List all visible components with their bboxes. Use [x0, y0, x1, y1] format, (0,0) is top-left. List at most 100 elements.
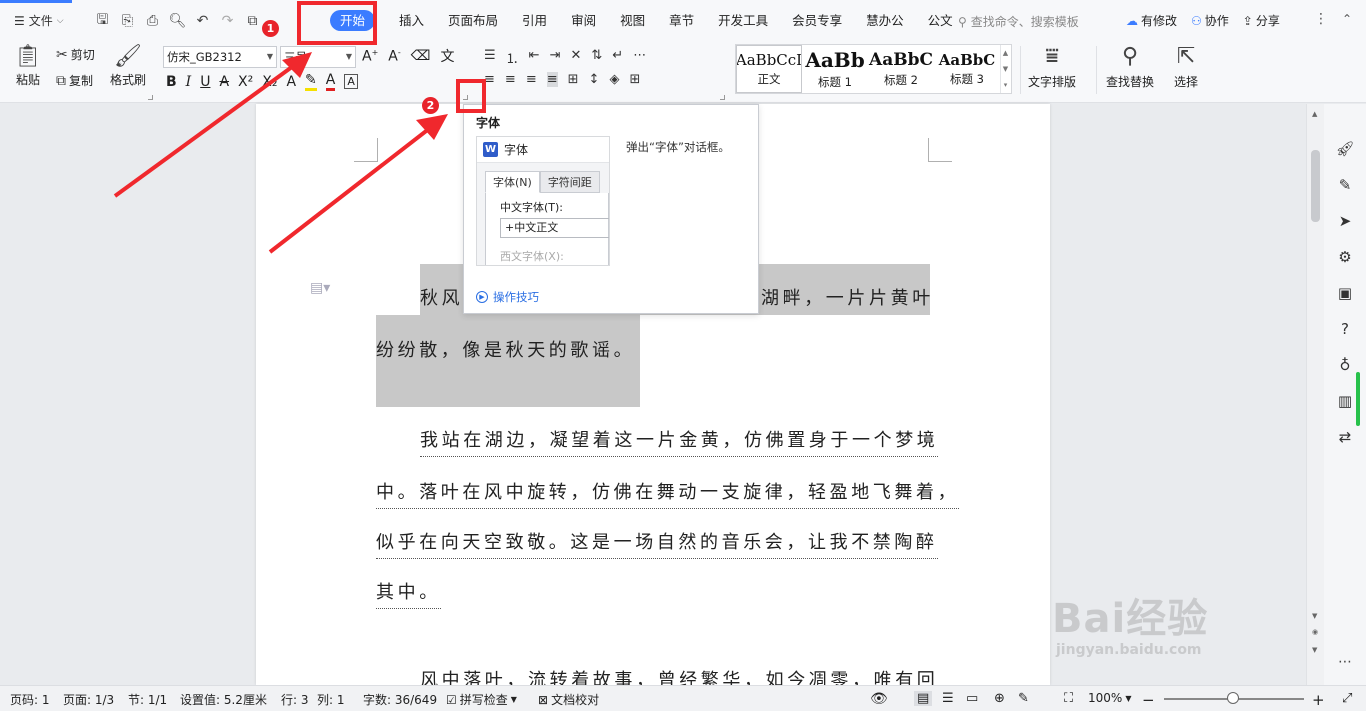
paragraph-dialog-launcher[interactable]: [720, 95, 725, 100]
settings-sliders-icon[interactable]: ⚙: [1338, 248, 1351, 266]
paste-button[interactable]: 📋︎ 粘贴: [14, 44, 42, 88]
lightbulb-icon[interactable]: ♁: [1340, 356, 1351, 374]
next-page-icon[interactable]: ▼: [1312, 646, 1317, 654]
translate-icon[interactable]: ⇄: [1339, 428, 1352, 446]
outline-view-icon[interactable]: ☰: [942, 691, 954, 706]
bullets-icon[interactable]: ☰: [484, 48, 496, 67]
clipboard-group-launcher[interactable]: [148, 95, 153, 100]
style-heading-3[interactable]: AaBbC 标题 3: [934, 45, 1000, 93]
redo-icon[interactable]: ↷: [219, 12, 236, 29]
image-icon[interactable]: ▣: [1338, 284, 1352, 302]
copy-button[interactable]: ⧉ 复制: [56, 72, 93, 89]
doc-text-line[interactable]: 我站在湖边，凝望着这一片金黄，仿佛置身于一个梦境: [420, 426, 939, 457]
tab-review[interactable]: 审阅: [559, 8, 608, 34]
bold-icon[interactable]: B: [166, 74, 177, 90]
fit-window-icon[interactable]: ⛶: [1064, 691, 1073, 706]
more-dots-icon[interactable]: ⋯: [1338, 654, 1352, 670]
phonetic-icon[interactable]: 文: [441, 46, 455, 66]
font-name-select[interactable]: 仿宋_GB2312 ▼: [163, 46, 277, 68]
tab-references[interactable]: 引用: [510, 8, 559, 34]
doc-text-line[interactable]: 纷纷散，像是秋天的歌谣。: [376, 336, 635, 362]
table-border-icon[interactable]: ⋯: [633, 48, 646, 67]
pointer-icon[interactable]: ➤: [1339, 212, 1352, 230]
scroll-down-icon[interactable]: ▼: [1312, 612, 1317, 620]
shrink-font-icon[interactable]: A-: [388, 48, 400, 65]
chinese-layout-icon[interactable]: ✕: [570, 48, 581, 67]
tab-chapter[interactable]: 章节: [657, 8, 706, 34]
modify-button[interactable]: ☁ 有修改: [1126, 12, 1177, 29]
read-view-icon[interactable]: ▭: [966, 691, 978, 706]
web-view-icon[interactable]: ⊕: [994, 691, 1005, 706]
doc-text-line[interactable]: 中。落叶在风中旋转，仿佛在舞动一支旋律，轻盈地飞舞着，: [376, 478, 960, 509]
spell-check-button[interactable]: ☑ 拼写检查 ▼: [446, 691, 517, 708]
pen-icon[interactable]: ✎: [1339, 176, 1352, 194]
doc-text-line[interactable]: 其中。: [376, 578, 441, 609]
status-setting[interactable]: 设置值: 5.2厘米: [180, 691, 267, 708]
shading-icon[interactable]: ◈: [609, 72, 619, 87]
font-color-icon[interactable]: A: [325, 72, 336, 91]
collab-button[interactable]: ⚇ 协作: [1191, 12, 1229, 29]
style-normal[interactable]: AaBbCcI 正文: [736, 45, 802, 93]
tab-view[interactable]: 视图: [608, 8, 657, 34]
find-replace-button[interactable]: ⚲ 查找替换: [1106, 44, 1154, 90]
distribute-icon[interactable]: ⊞: [568, 72, 579, 87]
strikethrough-icon[interactable]: A: [219, 74, 229, 90]
collapse-ribbon-icon[interactable]: ⌃: [1342, 12, 1352, 26]
subscript-icon[interactable]: X₂: [262, 74, 277, 90]
status-section[interactable]: 节: 1/1: [128, 691, 167, 708]
status-col[interactable]: 列: 1: [317, 691, 345, 708]
scroll-thumb[interactable]: [1311, 150, 1320, 222]
format-painter-button[interactable]: 🖌︎ 格式刷: [110, 44, 146, 88]
doc-text-line[interactable]: 似乎在向天空致敬。这是一场自然的音乐会，让我不禁陶醉: [376, 528, 938, 559]
line-spacing-icon[interactable]: ↕: [589, 72, 600, 87]
clear-format-icon[interactable]: ⌫: [411, 48, 431, 64]
show-marks-icon[interactable]: ↵: [612, 48, 623, 67]
align-right-icon[interactable]: ≡: [526, 72, 537, 87]
borders-icon[interactable]: ⊞: [629, 72, 640, 87]
undo-icon[interactable]: ↶: [194, 12, 211, 29]
write-view-icon[interactable]: ✎: [1018, 691, 1029, 706]
status-word-count[interactable]: 字数: 36/649: [363, 691, 437, 708]
status-row[interactable]: 行: 3: [281, 691, 309, 708]
sort-icon[interactable]: ⇅: [591, 48, 602, 67]
text-layout-button[interactable]: ⩸ 文字排版: [1028, 44, 1076, 90]
style-heading-2[interactable]: AaBbC 标题 2: [868, 45, 934, 93]
rocket-icon[interactable]: 🚀︎: [1335, 140, 1354, 158]
grow-font-icon[interactable]: A+: [362, 48, 378, 65]
numbering-icon[interactable]: ⒈: [506, 48, 519, 67]
text-effect-icon[interactable]: A: [286, 74, 296, 90]
doc-proof-button[interactable]: ⊠ 文档校对: [538, 691, 599, 708]
print-preview-icon[interactable]: 🔍︎: [169, 12, 187, 29]
char-border-icon[interactable]: A: [344, 74, 358, 89]
command-search[interactable]: ⚲ 查找命令、搜索模板: [958, 13, 1079, 30]
more-quick-icon[interactable]: ⧉: [244, 12, 261, 29]
select-button[interactable]: ⇱ 选择: [1174, 44, 1198, 90]
underline-icon[interactable]: U: [200, 74, 210, 90]
tab-page-layout[interactable]: 页面布局: [436, 8, 510, 34]
fullscreen-icon[interactable]: ⤢: [1342, 691, 1352, 706]
highlight-color-icon[interactable]: ✎: [305, 72, 317, 91]
export-icon[interactable]: ⎘: [119, 12, 136, 29]
tab-member[interactable]: 会员专享: [780, 8, 854, 34]
italic-icon[interactable]: I: [186, 74, 192, 90]
status-page-number[interactable]: 页码: 1: [10, 691, 50, 708]
styles-scroll[interactable]: ▲ ▼ ▾: [1000, 45, 1010, 93]
tips-link[interactable]: ▶ 操作技巧: [476, 289, 539, 305]
font-size-select[interactable]: 三号 ▼: [280, 46, 356, 68]
prev-page-icon[interactable]: ◉: [1312, 628, 1318, 636]
page-view-icon[interactable]: ▤: [914, 691, 933, 706]
eye-protect-icon[interactable]: 👁︎: [870, 691, 888, 707]
superscript-icon[interactable]: X²: [238, 74, 253, 90]
zoom-slider-knob[interactable]: [1227, 692, 1239, 704]
print-icon[interactable]: ⎙: [144, 12, 161, 29]
doc-text-line[interactable]: 秋风: [420, 284, 463, 310]
zoom-out-icon[interactable]: −: [1142, 691, 1155, 709]
file-menu-button[interactable]: ☰ 文件 ⌵: [14, 12, 64, 29]
status-page[interactable]: 页面: 1/3: [63, 691, 114, 708]
paragraph-handle-icon[interactable]: ▤▾: [310, 280, 330, 296]
zoom-in-icon[interactable]: +: [1312, 691, 1325, 709]
style-heading-1[interactable]: AaBb 标题 1: [802, 45, 868, 93]
tab-smart-office[interactable]: 慧办公: [854, 8, 916, 34]
zoom-level[interactable]: 100% ▼: [1088, 691, 1131, 705]
align-center-icon[interactable]: ≡: [505, 72, 516, 87]
